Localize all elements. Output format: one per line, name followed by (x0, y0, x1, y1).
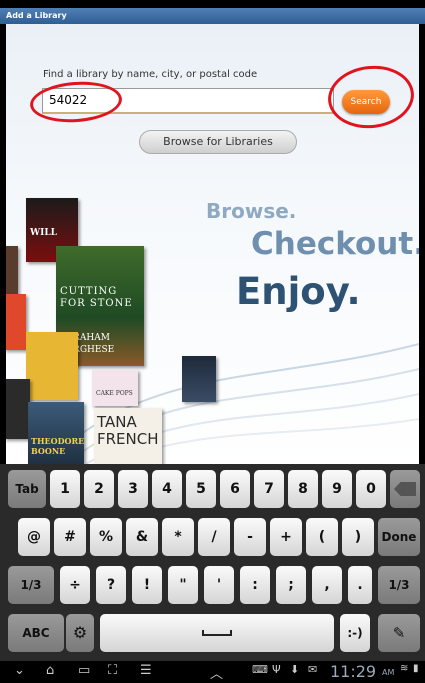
key-slash[interactable]: / (198, 518, 230, 556)
book-cover (182, 356, 216, 402)
key-page-right[interactable]: 1/3 (378, 566, 420, 604)
screenshot-icon[interactable]: ⛶ (108, 663, 117, 678)
notification-icon: ✉ (308, 663, 318, 676)
main-content: Find a library by name, city, or postal … (6, 24, 419, 464)
recent-apps-icon[interactable]: ▭ (78, 663, 90, 678)
annotation-circle-search (324, 61, 418, 133)
search-prompt: Find a library by name, city, or postal … (43, 69, 258, 80)
book-cover (6, 246, 18, 296)
book-cover (26, 332, 78, 400)
key-plus[interactable]: + (270, 518, 302, 556)
key-5[interactable]: 5 (186, 470, 216, 508)
key-done[interactable]: Done (378, 518, 420, 556)
screen: Add a Library Find a library by name, ci… (0, 0, 425, 683)
backspace-icon (394, 482, 416, 496)
key-6[interactable]: 6 (220, 470, 250, 508)
key-open-paren[interactable]: ( (306, 518, 338, 556)
window-title: Add a Library (0, 8, 425, 24)
key-divide[interactable]: ÷ (60, 566, 90, 604)
key-8[interactable]: 8 (288, 470, 318, 508)
key-question[interactable]: ? (96, 566, 126, 604)
top-bezel (0, 0, 425, 8)
key-exclamation[interactable]: ! (132, 566, 162, 604)
key-1[interactable]: 1 (50, 470, 80, 508)
key-space[interactable] (100, 614, 334, 652)
book-title: WILL (30, 228, 57, 238)
key-period[interactable]: . (348, 566, 372, 604)
book-title: CUTTING FOR STONE (60, 286, 133, 309)
book-cover: THEODORE BOONE (28, 402, 84, 464)
pen-icon: ✎ (392, 624, 406, 642)
system-navbar: ⌄ ⌂ ▭ ⛶ ☰ ︿ ⌨ Ψ ⬇ ✉ 11:29 AM ≋ ▮ (0, 661, 425, 683)
right-bezel (419, 24, 425, 464)
key-abc[interactable]: ABC (8, 614, 64, 652)
key-asterisk[interactable]: * (162, 518, 194, 556)
keyboard-icon: ⌨ (252, 663, 268, 676)
chevron-down-icon[interactable]: ⌄ (14, 663, 25, 678)
book-cover: CAKE POPS (92, 370, 138, 406)
key-single-quote[interactable]: ' (204, 566, 234, 604)
key-colon[interactable]: : (240, 566, 270, 604)
usb-icon: Ψ (272, 663, 281, 676)
gear-icon: ⚙ (72, 623, 88, 642)
key-handwriting[interactable]: ✎ (378, 614, 420, 652)
key-at[interactable]: @ (18, 518, 50, 556)
book-cover (6, 294, 26, 350)
battery-icon: ▮ (413, 663, 419, 674)
key-semicolon[interactable]: ; (276, 566, 306, 604)
tagline-checkout: Checkout. (251, 226, 419, 262)
browse-libraries-button[interactable]: Browse for Libraries (139, 130, 297, 154)
tagline-enjoy: Enjoy. (236, 270, 361, 313)
download-icon: ⬇ (290, 663, 300, 676)
annotation-circle-input (28, 78, 124, 126)
book-title: TANA FRENCH (97, 413, 159, 448)
clock-time: 11:29 (330, 662, 377, 681)
key-2[interactable]: 2 (84, 470, 114, 508)
key-close-paren[interactable]: ) (342, 518, 374, 556)
book-cover: TANA FRENCH (94, 408, 162, 464)
key-7[interactable]: 7 (254, 470, 284, 508)
key-settings[interactable]: ⚙ (66, 614, 94, 652)
key-hash[interactable]: # (54, 518, 86, 556)
tagline-browse: Browse. (206, 199, 297, 223)
home-icon[interactable]: ⌂ (46, 663, 54, 678)
key-backspace[interactable] (390, 470, 420, 508)
book-cover (6, 379, 30, 439)
key-4[interactable]: 4 (152, 470, 182, 508)
chevron-up-icon[interactable]: ︿ (210, 663, 223, 682)
key-page-left[interactable]: 1/3 (8, 566, 54, 604)
key-3[interactable]: 3 (118, 470, 148, 508)
space-icon (202, 630, 232, 636)
key-9[interactable]: 9 (322, 470, 352, 508)
key-ampersand[interactable]: & (126, 518, 158, 556)
clock-ampm: AM (382, 668, 395, 677)
key-minus[interactable]: - (234, 518, 266, 556)
key-double-quote[interactable]: " (168, 566, 198, 604)
on-screen-keyboard: Tab 1 2 3 4 5 6 7 8 9 0 @ # % & * / - + … (0, 464, 425, 661)
key-percent[interactable]: % (90, 518, 122, 556)
book-title: CAKE POPS (96, 390, 133, 397)
key-smiley[interactable]: :-) (340, 614, 370, 652)
menu-icon[interactable]: ☰ (140, 663, 152, 678)
book-title: THEODORE BOONE (31, 436, 84, 456)
key-comma[interactable]: , (312, 566, 342, 604)
wifi-icon: ≋ (400, 663, 409, 674)
key-0[interactable]: 0 (356, 470, 386, 508)
key-tab[interactable]: Tab (8, 470, 46, 508)
